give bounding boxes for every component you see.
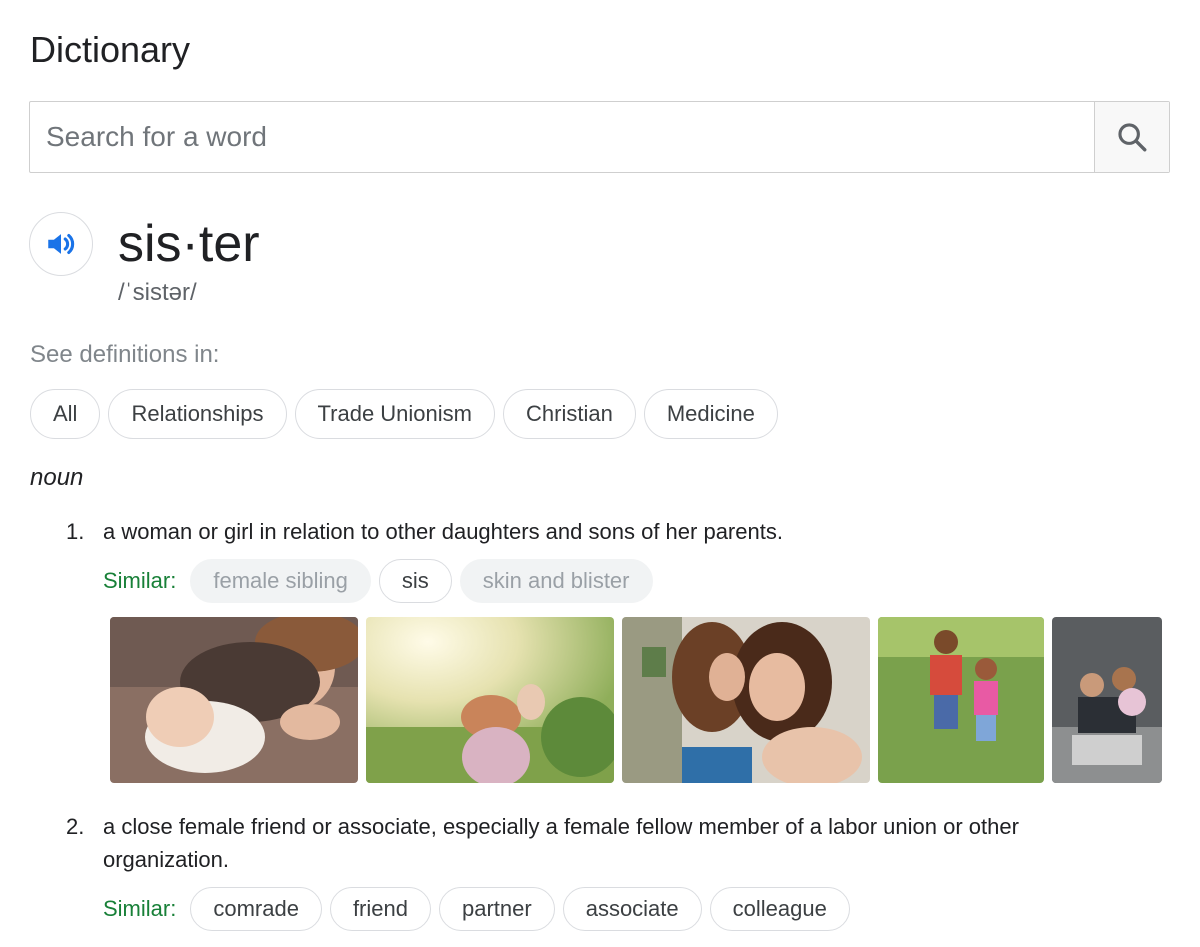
similar-row: Similar: comrade friend partner associat…: [103, 887, 850, 931]
chip-trade-unionism[interactable]: Trade Unionism: [294, 389, 495, 439]
similar-label: Similar:: [103, 568, 177, 593]
similar-chip-female-sibling[interactable]: female sibling: [190, 559, 371, 603]
similar-chip-associate[interactable]: associate: [562, 887, 702, 931]
sense-number: 2.: [66, 814, 85, 839]
similar-chip-partner[interactable]: partner: [438, 887, 555, 931]
image-girls-in-field[interactable]: [366, 617, 614, 783]
part-of-speech: noun: [30, 464, 84, 491]
headword: sis·ter: [118, 215, 260, 273]
search-input[interactable]: [30, 102, 1094, 172]
page-title: Dictionary: [30, 29, 191, 70]
image-children-walking[interactable]: [878, 617, 1044, 783]
speaker-icon: [48, 233, 75, 255]
chip-christian[interactable]: Christian: [503, 389, 636, 439]
search-bar: [29, 101, 1170, 173]
see-definitions-label: See definitions in:: [30, 341, 220, 368]
similar-chip-colleague[interactable]: colleague: [709, 887, 850, 931]
search-icon: [1118, 123, 1147, 152]
sense-definition: a woman or girl in relation to other dau…: [103, 519, 783, 544]
similar-chip-skin-and-blister[interactable]: skin and blister: [459, 559, 653, 603]
image-sisters-hugging[interactable]: [622, 617, 870, 783]
sense-definition: a close female friend or associate, espe…: [103, 814, 1019, 872]
search-button[interactable]: [1094, 102, 1169, 172]
phonetic: /ˈsistər/: [118, 279, 197, 306]
similar-row: Similar: female sibling sis skin and bli…: [103, 559, 653, 603]
image-sisters-with-baby[interactable]: [110, 617, 358, 783]
similar-chip-friend[interactable]: friend: [329, 887, 431, 931]
image-strip: [110, 617, 1162, 783]
chip-medicine[interactable]: Medicine: [643, 389, 778, 439]
sense-number: 1.: [66, 519, 85, 544]
pronunciation-button[interactable]: [29, 212, 93, 276]
similar-label: Similar:: [103, 896, 177, 921]
chip-all[interactable]: All: [30, 389, 101, 439]
definition-filter-chips: All Relationships Trade Unionism Christi…: [30, 389, 778, 439]
similar-chip-comrade[interactable]: comrade: [190, 887, 322, 931]
similar-chip-sis[interactable]: sis: [378, 559, 452, 603]
image-kids-on-crate[interactable]: [1052, 617, 1162, 783]
chip-relationships[interactable]: Relationships: [108, 389, 287, 439]
